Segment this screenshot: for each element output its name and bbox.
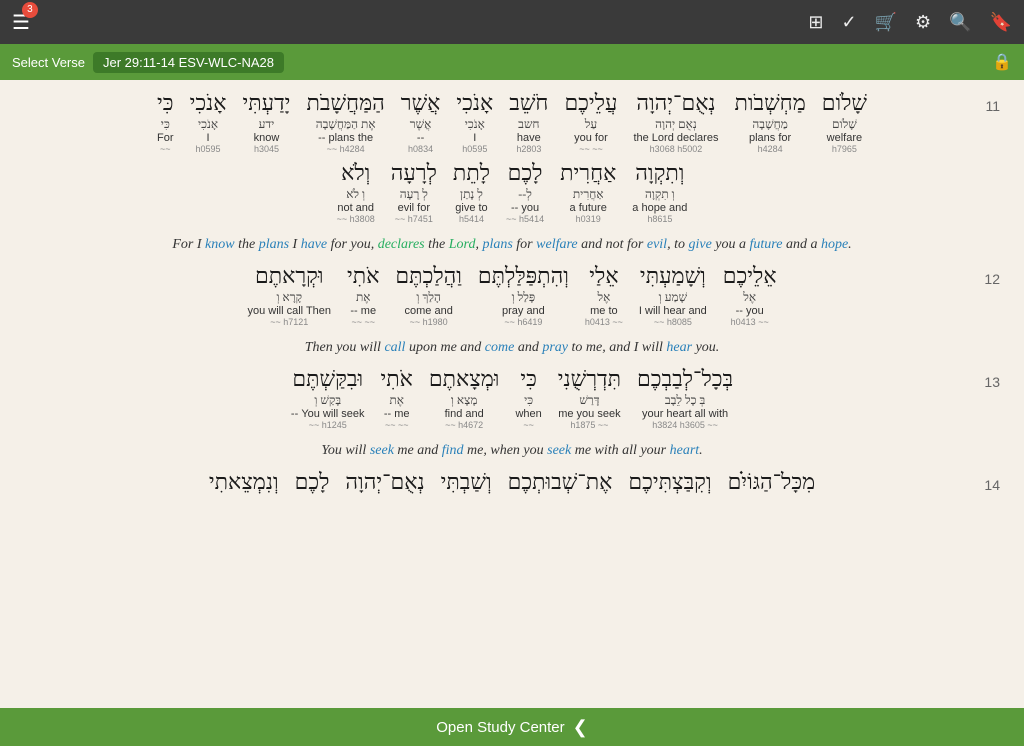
word-uvakshutem: וּבִקַּשְׁתֶּם בָּקַשׁ וְ You will seek … [287,366,369,430]
word-ki: כִּי כִּי For ~~ [153,90,178,154]
verse-11-line2: וְתִקְוָה וְ תִקְוָה a hope and h8615 אַ… [20,160,1004,224]
verse-13-hebrew-block: בְּכָל־לְבַבְכֶם בְּ כָל לֵבָב your hear… [20,366,1004,430]
word-veshomati: וְשָׁמַעְתִּי שָׁמַע וְ I will hear and … [635,263,711,327]
word-acharit: אַחֲרִית אַחֲרִית a future h0319 [556,160,620,224]
word-al: עֲלֵיכֶם עַל you for ~~ ~~ [560,90,621,154]
verse-11-line1: שָׁלֹום שָׁלֹום welfare h7965 מַחְשְׁבֹו… [20,90,1004,154]
word-lera: לְרָעָה לְ רָעָה evil for h7451 ~~ [387,160,441,224]
word-tidrashuni: תִּדְרְשֻׁנִי דָּרַשׁ me you seek ~~ h18… [554,366,625,430]
nav-left: ☰ 3 [12,10,30,35]
word-shalom: שָׁלֹום שָׁלֹום welfare h7965 [818,90,871,154]
open-study-center-label[interactable]: Open Study Center [436,719,564,736]
main-content: 11 שָׁלֹום שָׁלֹום welfare h7965 מַחְשְׁ… [0,80,1024,708]
verse-12-hebrew-block: אֵלֵיכֶם אֶל you -- ~~ h0413 וְשָׁמַעְתִ… [20,263,1004,327]
word-lachem14: לָכֶם [291,469,334,496]
verse-13: 13 בְּכָל־לְבַבְכֶם בְּ כָל לֵבָב your h… [20,366,1004,461]
verse-14: 14 מִכָּל־הַגּוֹיִ֗ם וְקִבַּצְתִּיכֶם אֶ… [20,469,1004,496]
columns-icon[interactable]: ⊞ [808,12,823,33]
word-oti13: אֹתִי אֶת me -- ~~ ~~ [377,366,417,430]
word-choshev: חֹשֵׁב חשב have h2803 [505,90,552,154]
verse-number-13: 13 [984,374,1000,390]
word-umetzatem: וּמְצָאתֶם מָצָא וְ find and h4672 ~~ [425,366,504,430]
word-anochi1: אָנֹכִי אָנֹכִי I h0595 [186,90,231,154]
nav-right: ⊞ ✓ 🛒 ⚙ 🔍 🔖 [808,12,1012,33]
word-elai: אֵלַי אֶל me to ~~ h0413 [581,263,627,327]
word-venimtzeti: וְנִמְצֵאתִי [205,469,283,496]
search-icon[interactable]: 🔍 [949,12,971,33]
verse-number-11: 11 [985,98,1000,114]
verse-14-line1: מִכָּל־הַגּוֹיִ֗ם וְקִבַּצְתִּיכֶם אֶת־ש… [20,469,1004,496]
verse-11: 11 שָׁלֹום שָׁלֹום welfare h7965 מַחְשְׁ… [20,90,1004,255]
hamburger-button[interactable]: ☰ 3 [12,10,30,35]
verse-11-translation: For I know the plans I have for you, dec… [20,234,1004,255]
bottom-bar[interactable]: Open Study Center ❮ [0,708,1024,746]
cart-icon[interactable]: 🛒 [875,12,897,33]
word-lachem: לָכֶם לְ-- you -- h5414 ~~ [502,160,548,224]
word-vehitpalleltem: וְהִתְפַּלַּלְתֶּם פָּלַל וְ pray and h6… [474,263,573,327]
word-neum-adonai14: נְאֻם־יְהוָה [341,469,428,496]
verse-number-12: 12 [984,271,1000,287]
verse-11-hebrew-block1: שָׁלֹום שָׁלֹום welfare h7965 מַחְשְׁבֹו… [20,90,1004,154]
select-verse-button[interactable]: Select Verse [12,55,85,70]
verse-bar: Select Verse Jer 29:11-14 ESV-WLC-NA28 🔒 [0,44,1024,80]
verse-12: 12 אֵלֵיכֶם אֶל you -- ~~ h0413 וְשָׁמַע… [20,263,1004,358]
word-latet: לָתֵת לְ נָתַן give to h5414 [449,160,494,224]
word-oti: אֹתִי אֶת me -- ~~ ~~ [343,263,383,327]
verse-12-line1: אֵלֵיכֶם אֶל you -- ~~ h0413 וְשָׁמַעְתִ… [20,263,1004,327]
verse-11-hebrew-block2: וְתִקְוָה וְ תִקְוָה a hope and h8615 אַ… [20,160,1004,224]
word-vahalachtem: וַהֲלַכְתֶּם הָלַךְ וְ come and h1980 ~~ [391,263,465,327]
verse-reference[interactable]: Jer 29:11-14 ESV-WLC-NA28 [93,52,284,73]
word-asher: אֲשֶׁר אֲשֶׁר -- h0834 [397,90,445,154]
word-ukeratum: וּקְרָאתֶם קָרָא וְ you will call Then h… [243,263,335,327]
word-vekibatstikhem: וְקִבַּצְתִּיכֶם [624,469,715,496]
word-hamachshavot: הַמַּחֲשָׁבֹת אֶת הַמַּחֲשָׁבָה plans th… [302,90,388,154]
notification-badge: 3 [22,2,38,18]
word-ki13: כִּי כִּי when ~~ [511,366,545,430]
gear-icon[interactable]: ⚙ [915,12,931,33]
word-velo: וְלֹא וְ לֹא not and h3808 ~~ [333,160,379,224]
back-arrow-icon[interactable]: ❮ [573,717,588,738]
word-anochi2: אָנֹכִי אָנֹכִי I h0595 [452,90,497,154]
verse-12-translation: Then you will call upon me and come and … [20,337,1004,358]
word-tikvah: וְתִקְוָה וְ תִקְוָה a hope and h8615 [628,160,691,224]
bookmark-icon[interactable]: 🔖 [990,12,1012,33]
verse-number-14: 14 [984,477,1000,493]
verse-14-hebrew-block: מִכָּל־הַגּוֹיִ֗ם וְקִבַּצְתִּיכֶם אֶת־ש… [20,469,1004,496]
check-icon[interactable]: ✓ [842,12,857,33]
word-yodati: יָדַעְתִּי ידע know h3045 [238,90,294,154]
word-machshevot: מַחְשְׁבֹות מַחֲשָׁבָה plans for h4284 [730,90,809,154]
word-adonai: נְאֻם־יְהוָה נְאֻם יְהוָה the Lord decla… [629,90,722,154]
word-veshavti: וְשַׁבְתִּי [437,469,496,496]
top-navigation: ☰ 3 ⊞ ✓ 🛒 ⚙ 🔍 🔖 [0,0,1024,44]
word-mikol-hagoyim: מִכָּל־הַגּוֹיִ֗ם [724,469,820,496]
word-et-shevutkhem: אֶת־שְׁבוּתְכֶם [504,469,617,496]
word-elaichem: אֵלֵיכֶם אֶל you -- ~~ h0413 [719,263,781,327]
lock-icon: 🔒 [992,52,1012,72]
word-bekhol: בְּכָל־לְבַבְכֶם בְּ כָל לֵבָב your hear… [633,366,737,430]
verse-13-line1: בְּכָל־לְבַבְכֶם בְּ כָל לֵבָב your hear… [20,366,1004,430]
verse-13-translation: You will seek me and find me, when you s… [20,440,1004,461]
